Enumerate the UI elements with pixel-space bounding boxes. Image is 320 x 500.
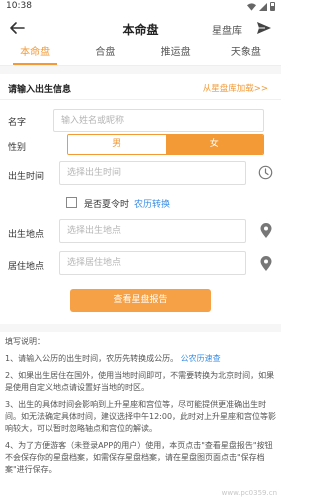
battery-icon xyxy=(270,2,275,11)
app-header: 本命盘 星盘库 xyxy=(0,14,281,44)
section-divider xyxy=(0,66,281,74)
send-icon[interactable] xyxy=(256,20,272,36)
watermark: www.pc0359.cn xyxy=(221,489,277,497)
birth-info-section-header: 请输入出生信息 从星盘库加载>> xyxy=(0,74,281,100)
signal-icon xyxy=(259,2,267,11)
chart-library-link[interactable]: 星盘库 xyxy=(212,22,242,37)
tab-synastry[interactable]: 合盘 xyxy=(70,44,140,65)
tab-progression[interactable]: 推运盘 xyxy=(141,44,211,65)
instruction-text: 1、请输入公历的出生时间，农历先转换成公历。 xyxy=(5,354,179,363)
dst-label: 是否夏令时 xyxy=(84,200,130,210)
name-input[interactable] xyxy=(53,109,264,132)
section-title: 请输入出生信息 xyxy=(8,85,72,95)
back-arrow-icon[interactable] xyxy=(8,19,26,37)
instruction-item: 4、为了方便游客（未登录APP的用户）使用，本页点击"查看星盘报告"按钮不会保存… xyxy=(5,441,273,474)
birth-time-input[interactable] xyxy=(59,161,246,185)
dst-checkbox[interactable] xyxy=(66,197,77,208)
status-time: 10:38 xyxy=(6,1,32,11)
residence-input[interactable] xyxy=(59,251,246,275)
gender-selector: 男 女 xyxy=(67,134,264,155)
status-icons xyxy=(247,2,275,11)
tab-transit[interactable]: 天象盘 xyxy=(211,44,281,65)
calendar-lookup-link[interactable]: 公农历速查 xyxy=(181,354,221,363)
residence-label: 居住地点 xyxy=(8,262,45,272)
gender-label: 性别 xyxy=(8,143,27,153)
tab-natal[interactable]: 本命盘 xyxy=(0,44,70,65)
instruction-item: 1、请输入公历的出生时间，农历先转换成公历。 公农历速查 xyxy=(5,353,277,365)
gender-female-option[interactable]: 女 xyxy=(165,135,263,154)
instructions-title: 填写说明： xyxy=(5,337,45,346)
location-pin-icon[interactable] xyxy=(259,256,273,272)
birth-place-input[interactable] xyxy=(59,219,246,243)
view-chart-report-button[interactable]: 查看星盘报告 xyxy=(70,289,211,312)
lunar-convert-link[interactable]: 农历转换 xyxy=(134,197,170,210)
name-label: 名字 xyxy=(8,118,27,128)
birth-place-label: 出生地点 xyxy=(8,230,45,240)
gender-male-option[interactable]: 男 xyxy=(68,135,166,154)
chart-type-tabs: 本命盘 合盘 推运盘 天象盘 xyxy=(0,44,281,66)
instruction-item: 3、出生的具体时间会影响到上升星座和宫位等，尽可能提供更准确出生时间。如无法确定… xyxy=(5,400,277,433)
instruction-item: 2、如果出生居住在国外，使用当地时间即可，不需要转换为北京时间，如果是使用自定义… xyxy=(5,371,275,392)
status-bar: 10:38 xyxy=(0,0,281,14)
load-from-library-link[interactable]: 从星盘库加载>> xyxy=(203,82,268,94)
birth-time-label: 出生时间 xyxy=(8,172,45,182)
notes-divider xyxy=(0,324,281,332)
location-pin-icon[interactable] xyxy=(259,223,273,239)
clock-icon[interactable] xyxy=(258,165,273,180)
instructions: 填写说明： 1、请输入公历的出生时间，农历先转换成公历。 公农历速查 2、如果出… xyxy=(5,336,277,481)
wifi-icon xyxy=(247,2,256,11)
